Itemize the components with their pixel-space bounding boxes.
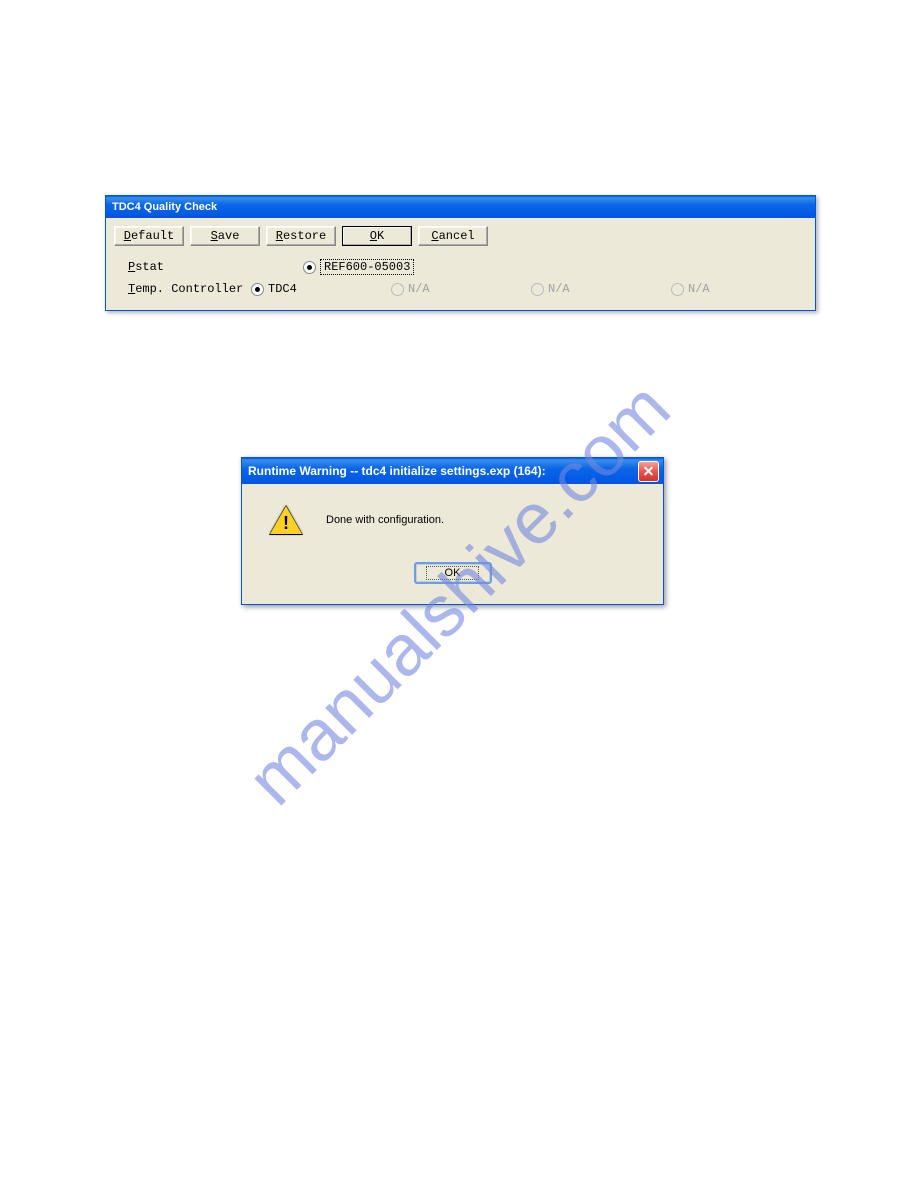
dialog-body: ! Done with configuration. OK xyxy=(242,484,663,604)
temp-radio-na-2: N/A xyxy=(531,282,671,296)
restore-button[interactable]: Restore xyxy=(266,226,336,246)
temp-radio-label: N/A xyxy=(408,282,430,296)
radio-icon xyxy=(391,283,404,296)
dialog-title: TDC4 Quality Check xyxy=(112,201,217,213)
radio-icon xyxy=(671,283,684,296)
ok-button[interactable]: OK xyxy=(414,562,492,584)
temp-controller-row: Temp. Controller TDC4 N/A N/A xyxy=(128,278,811,300)
pstat-label: Pstat xyxy=(128,260,303,274)
temp-radio-label: N/A xyxy=(548,282,570,296)
tdc4-quality-check-dialog: TDC4 Quality Check Default Save Restore … xyxy=(105,195,816,311)
toolbar-button-row: Default Save Restore OK Cancel xyxy=(110,226,811,246)
cancel-button[interactable]: Cancel xyxy=(418,226,488,246)
ok-button[interactable]: OK xyxy=(342,226,412,246)
temp-radio-tdc4[interactable]: TDC4 xyxy=(251,282,391,296)
radio-icon xyxy=(531,283,544,296)
warning-icon: ! xyxy=(270,504,302,536)
dialog-titlebar[interactable]: Runtime Warning -- tdc4 initialize setti… xyxy=(242,458,663,484)
message-row: ! Done with configuration. xyxy=(264,504,641,536)
pstat-radio-ref600[interactable]: REF600-05003 xyxy=(303,259,443,275)
temp-radio-label: N/A xyxy=(688,282,710,296)
temp-controller-label: Temp. Controller xyxy=(128,282,251,296)
temp-radio-na-3: N/A xyxy=(671,282,811,296)
form-rows: Pstat REF600-05003 Temp. Controller TDC4 xyxy=(110,256,811,300)
pstat-radio-group: REF600-05003 xyxy=(303,259,443,275)
dialog-title: Runtime Warning -- tdc4 initialize setti… xyxy=(248,463,546,479)
temp-radio-na-1: N/A xyxy=(391,282,531,296)
ok-button-row: OK xyxy=(264,562,641,584)
radio-icon xyxy=(251,283,264,296)
radio-icon xyxy=(303,261,316,274)
temp-controller-radio-group: TDC4 N/A N/A N/A xyxy=(251,282,811,296)
save-button[interactable]: Save xyxy=(190,226,260,246)
ok-button-label: OK xyxy=(426,566,480,580)
pstat-row: Pstat REF600-05003 xyxy=(128,256,811,278)
dialog-titlebar[interactable]: TDC4 Quality Check xyxy=(106,196,815,218)
message-text: Done with configuration. xyxy=(326,514,444,526)
dialog-body: Default Save Restore OK Cancel Pstat REF… xyxy=(106,218,815,310)
default-button[interactable]: Default xyxy=(114,226,184,246)
pstat-radio-label: REF600-05003 xyxy=(320,259,414,275)
close-button[interactable] xyxy=(638,461,659,482)
temp-radio-label: TDC4 xyxy=(268,282,297,296)
runtime-warning-dialog: Runtime Warning -- tdc4 initialize setti… xyxy=(241,457,664,605)
